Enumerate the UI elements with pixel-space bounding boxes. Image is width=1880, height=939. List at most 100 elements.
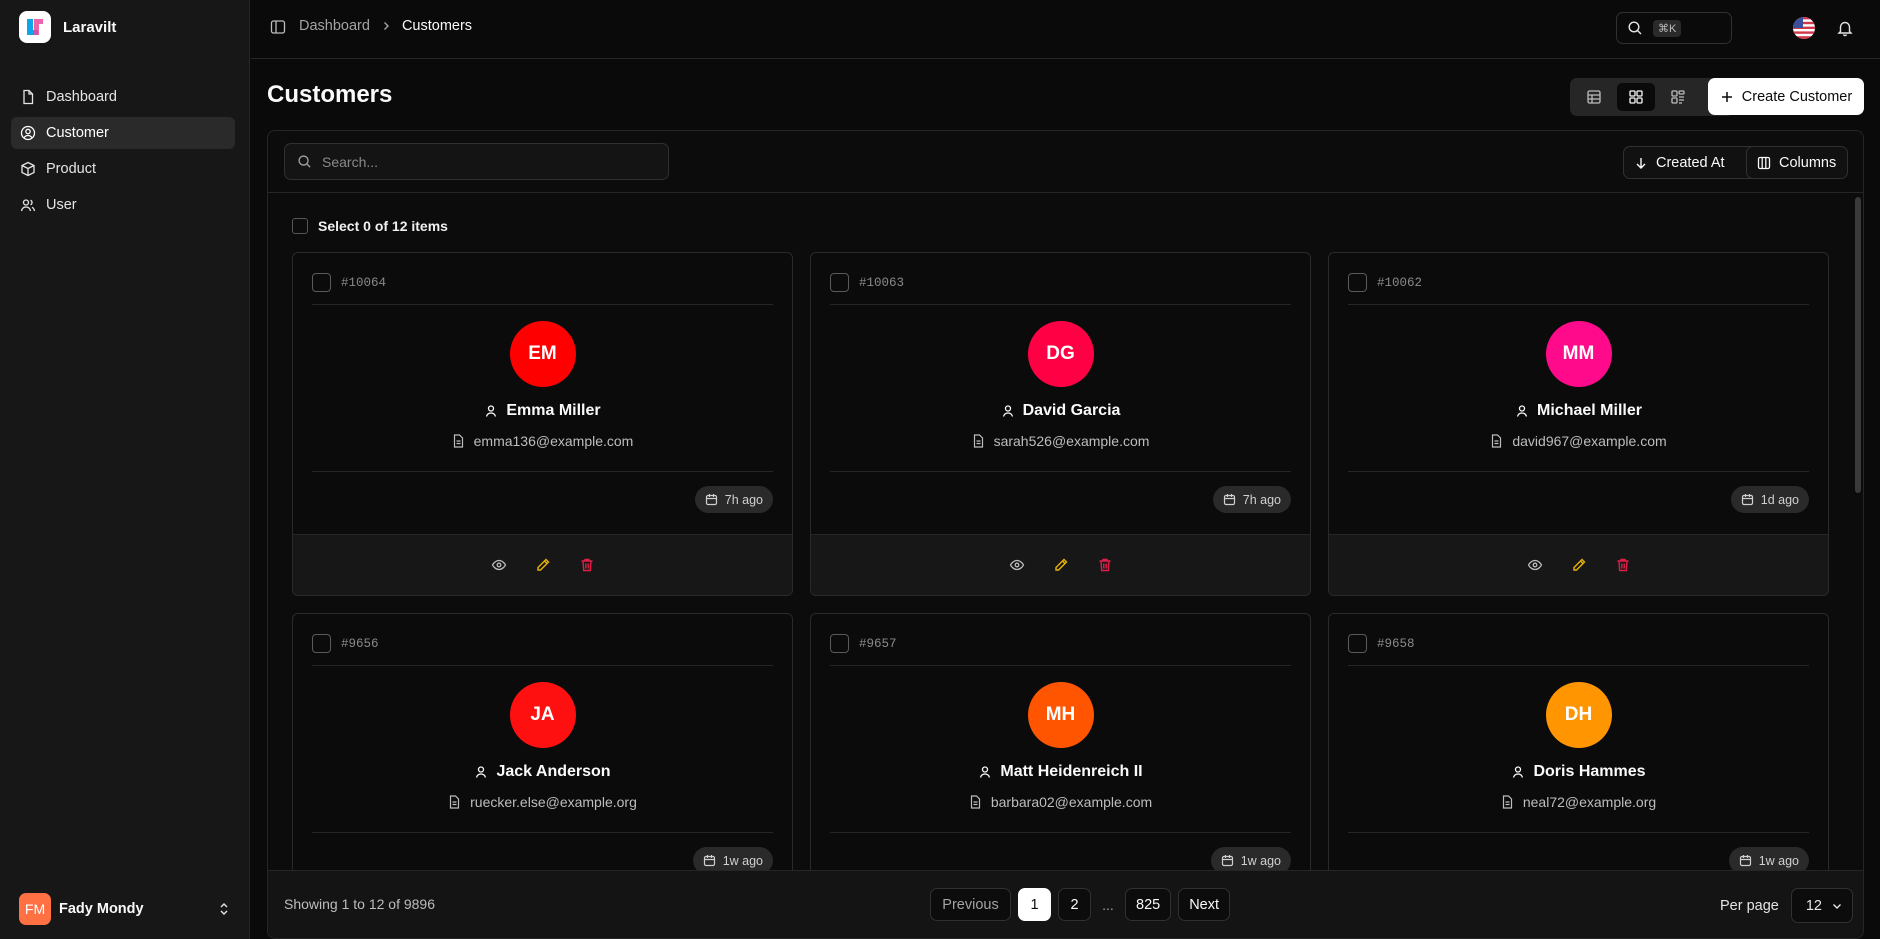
user-icon	[484, 404, 498, 418]
next-page-button[interactable]: Next	[1178, 888, 1231, 921]
customer-email-row: barbara02@example.com	[811, 794, 1310, 810]
calendar-icon	[1741, 493, 1754, 506]
edit-icon[interactable]	[535, 557, 551, 573]
us-flag-icon[interactable]	[1793, 17, 1815, 39]
customer-card: #10063 DG David Garcia sarah526@example.…	[810, 252, 1311, 596]
sidebar: Laravilt Dashboard Customer Product User…	[0, 0, 250, 939]
avatar: MM	[1545, 321, 1612, 387]
scrollbar[interactable]	[1853, 193, 1863, 863]
customer-email: neal72@example.org	[1522, 794, 1657, 810]
user-icon	[978, 765, 992, 779]
page-title: Customers	[267, 81, 393, 108]
search-field	[284, 143, 669, 180]
edit-icon[interactable]	[1053, 557, 1069, 573]
page-2-button[interactable]: 2	[1058, 888, 1091, 921]
grid-view-button[interactable]	[1617, 83, 1655, 111]
document-icon	[972, 434, 985, 448]
previous-page-button[interactable]: Previous	[930, 888, 1011, 921]
app-logo-icon	[19, 11, 51, 43]
document-icon	[1490, 434, 1503, 448]
arrow-down-icon	[1634, 156, 1648, 170]
user-circle-icon	[20, 125, 36, 141]
scrollbar-thumb[interactable]	[1855, 197, 1861, 493]
calendar-icon	[1223, 493, 1236, 506]
masonry-view-button[interactable]	[1659, 83, 1697, 111]
bell-icon[interactable]	[1836, 19, 1854, 37]
created-badge: 7h ago	[1212, 486, 1291, 513]
card-header: #10063	[830, 273, 1291, 305]
layout-icon	[1670, 89, 1686, 105]
sidebar-item-product[interactable]: Product	[11, 153, 235, 185]
pagination-ellipsis: ...	[1102, 896, 1114, 913]
file-icon	[20, 89, 36, 105]
customer-id: #10063	[859, 276, 905, 290]
customer-id: #9657	[859, 637, 897, 651]
per-page-select[interactable]: 12	[1790, 888, 1853, 923]
delete-icon[interactable]	[579, 557, 595, 573]
created-time: 7h ago	[1242, 492, 1281, 507]
created-time: 7h ago	[724, 492, 763, 507]
card-actions	[293, 534, 792, 595]
sidebar-toggle-icon[interactable]	[270, 19, 286, 35]
delete-icon[interactable]	[1615, 557, 1631, 573]
user-menu[interactable]: FM Fady Mondy	[19, 893, 231, 925]
brand[interactable]: Laravilt	[19, 11, 116, 43]
breadcrumb-dashboard[interactable]: Dashboard	[299, 18, 370, 34]
customer-name-row: Emma Miller	[293, 402, 792, 420]
customer-name: Doris Hammes	[1533, 763, 1646, 780]
sidebar-item-user[interactable]: User	[11, 189, 235, 221]
card-divider	[830, 832, 1291, 833]
edit-icon[interactable]	[1571, 557, 1587, 573]
row-checkbox[interactable]	[1348, 273, 1367, 292]
sidebar-item-label: User	[46, 197, 77, 213]
view-icon[interactable]	[1527, 557, 1543, 573]
avatar: JA	[509, 682, 576, 748]
customer-name: Emma Miller	[506, 402, 601, 419]
customer-email: barbara02@example.com	[990, 794, 1153, 810]
columns-button[interactable]: Columns	[1746, 146, 1848, 179]
row-checkbox[interactable]	[312, 273, 331, 292]
create-customer-label: Create Customer	[1741, 88, 1853, 105]
user-icon	[1511, 765, 1525, 779]
global-search-button[interactable]: ⌘K	[1616, 12, 1732, 44]
page-1-button[interactable]: 1	[1018, 888, 1051, 921]
view-icon[interactable]	[491, 557, 507, 573]
select-all-checkbox[interactable]	[292, 218, 308, 234]
row-checkbox[interactable]	[830, 634, 849, 653]
customer-name: David Garcia	[1022, 402, 1121, 419]
table-view-button[interactable]	[1575, 83, 1613, 111]
avatar: EM	[509, 321, 576, 387]
sidebar-nav: Dashboard Customer Product User	[11, 81, 235, 225]
sidebar-item-label: Product	[46, 161, 96, 177]
pagination: Previous 1 2 ... 825 Next	[930, 888, 1231, 921]
customer-email: sarah526@example.com	[993, 433, 1150, 449]
search-input[interactable]	[322, 153, 642, 170]
breadcrumb: Dashboard Customers	[299, 18, 472, 34]
users-icon	[20, 197, 36, 213]
per-page-value: 12	[1805, 897, 1822, 914]
row-checkbox[interactable]	[830, 273, 849, 292]
topbar: Dashboard Customers ⌘K	[251, 0, 1880, 59]
calendar-icon	[705, 493, 718, 506]
customer-card: #10064 EM Emma Miller emma136@example.co…	[292, 252, 793, 596]
sidebar-item-dashboard[interactable]: Dashboard	[11, 81, 235, 113]
row-checkbox[interactable]	[1348, 634, 1367, 653]
sidebar-item-customer[interactable]: Customer	[11, 117, 235, 149]
card-divider	[1348, 832, 1809, 833]
customer-id: #9656	[341, 637, 379, 651]
delete-icon[interactable]	[1097, 557, 1113, 573]
view-icon[interactable]	[1009, 557, 1025, 573]
created-time: 1d ago	[1760, 492, 1799, 507]
card-divider	[312, 471, 773, 472]
card-header: #10062	[1348, 273, 1809, 305]
document-icon	[448, 795, 461, 809]
created-badge: 1d ago	[1730, 486, 1809, 513]
create-customer-button[interactable]: Create Customer	[1708, 78, 1864, 115]
row-checkbox[interactable]	[312, 634, 331, 653]
document-icon	[969, 795, 982, 809]
user-icon	[474, 765, 488, 779]
card-divider	[830, 471, 1291, 472]
created-time: 1w ago	[722, 853, 763, 868]
search-icon	[297, 154, 312, 169]
page-825-button[interactable]: 825	[1125, 888, 1172, 921]
